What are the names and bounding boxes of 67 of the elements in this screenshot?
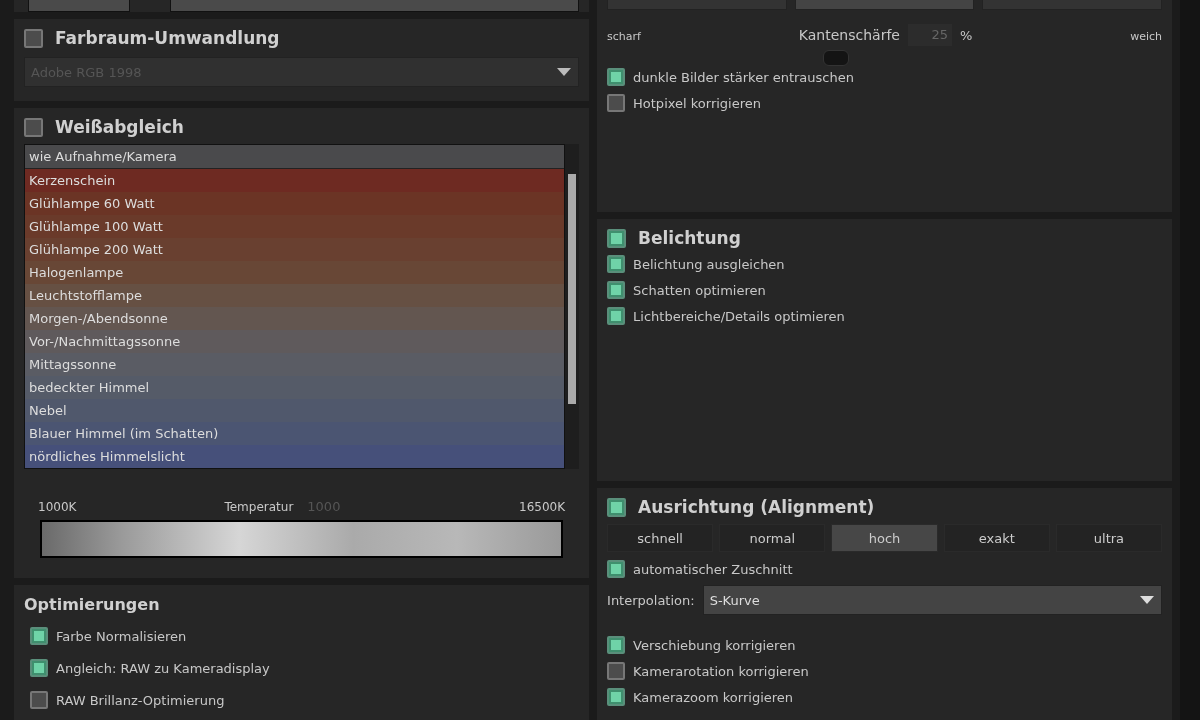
checkbox[interactable] [607,560,626,578]
checkbox[interactable] [607,307,626,325]
sharpness-label: Kantenschärfe [798,27,900,43]
preset-item[interactable]: wie Aufnahme/Kamera [25,145,565,169]
interpolation-label: Interpolation: [607,592,695,608]
mode-button[interactable]: schnell [607,524,714,552]
section-title: Optimierungen [24,595,161,614]
checkbox[interactable] [30,659,48,677]
checkbox[interactable] [607,497,627,517]
mode-button[interactable]: hoch [831,524,938,552]
preset-item[interactable]: Kerzenschein [25,169,565,192]
preset-item[interactable]: Glühlampe 200 Watt [25,238,565,261]
preset-item[interactable]: Mittagssonne [25,353,565,376]
option-label: dunkle Bilder stärker entrauschen [633,69,854,85]
option-label: RAW Brillanz-Optimierung [56,692,225,708]
preset-item[interactable]: Glühlampe 60 Watt [25,192,565,215]
temperature-label: Temperatur [224,499,294,514]
method-dropdown[interactable] [170,0,580,12]
slider-handle[interactable] [822,50,849,66]
interpolation-dropdown[interactable]: S-Kurve [702,585,1163,615]
option-label: Angleich: RAW zu Kameradisplay [56,660,270,676]
option-label: Kamerarotation korrigieren [633,663,809,679]
option-label: Lichtbereiche/Details optimieren [633,308,845,324]
caret-icon [556,67,573,77]
checkbox[interactable] [607,228,627,248]
option-label: Belichtung ausgleichen [633,256,785,272]
checkbox[interactable] [24,28,43,48]
checkbox[interactable] [30,691,48,709]
unit-label: % [959,27,973,43]
section-title: Weißabgleich [55,117,184,137]
option-label: automatischer Zuschnitt [633,561,793,577]
zoom-field[interactable] [28,0,130,12]
mode-button[interactable]: normal [719,524,826,552]
section-title: Belichtung [638,228,741,248]
preset-item[interactable]: Halogenlampe [25,261,565,284]
checkbox[interactable] [607,68,626,86]
checkbox[interactable] [30,627,48,645]
option-label: Hotpixel korrigieren [633,95,762,111]
option-label: Schatten optimieren [633,282,766,298]
preset-item[interactable]: Blauer Himmel (im Schatten) [25,422,565,445]
option-label: Kamerazoom korrigieren [633,689,794,705]
checkbox[interactable] [607,662,626,680]
option-label: Farbe Normalisieren [56,628,187,644]
preset-item[interactable]: bedeckter Himmel [25,376,565,399]
section-title: Ausrichtung (Alignment) [638,497,875,517]
mode-button[interactable]: ultra [1055,524,1163,552]
checkbox[interactable] [607,688,626,706]
preset-item[interactable]: nördliches Himmelslicht [25,445,565,468]
checkbox[interactable] [607,255,626,273]
checkbox[interactable] [607,636,626,654]
mode-button[interactable]: exakt [943,524,1050,552]
checkbox[interactable] [24,117,43,137]
scrollbar[interactable] [565,144,580,469]
preset-item[interactable]: Leuchtstofflampe [25,284,565,307]
max-label: 16500K [519,499,566,514]
section-title: Farbraum-Umwandlung [55,28,280,48]
checkbox[interactable] [607,281,626,299]
preset-item[interactable]: Glühlampe 100 Watt [25,215,565,238]
checkbox[interactable] [607,94,626,112]
max-label: weich [1130,30,1163,43]
min-label: 1000K [38,499,77,514]
preset-item[interactable]: Nebel [25,399,565,422]
preset-item[interactable]: Vor-/Nachmittagssonne [25,330,565,353]
preset-item[interactable]: Morgen-/Abendsonne [25,307,565,330]
min-label: scharf [607,30,641,43]
caret-icon [1139,595,1156,605]
option-label: Verschiebung korrigieren [633,637,796,653]
